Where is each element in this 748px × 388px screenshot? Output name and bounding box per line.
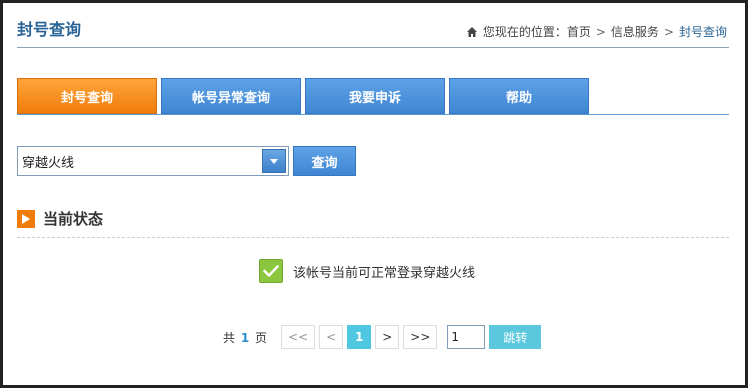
pagination: 共 1 页 << < 1 > >> 跳转 — [223, 325, 542, 349]
page-title: 封号查询 — [17, 20, 82, 39]
first-page-button[interactable]: << — [281, 325, 316, 349]
status-message-row: 该帐号当前可正常登录穿越火线 — [259, 259, 475, 283]
next-page-button[interactable]: > — [375, 325, 400, 349]
breadcrumb-info-service-link[interactable]: 信息服务 — [611, 23, 659, 40]
home-icon — [466, 26, 478, 38]
page-number-input[interactable] — [447, 325, 486, 349]
prev-page-button[interactable]: < — [319, 325, 344, 349]
play-arrow-icon — [17, 209, 35, 228]
breadcrumb-separator: > — [663, 24, 674, 39]
query-button[interactable]: 查询 — [293, 146, 356, 176]
status-message: 该帐号当前可正常登录穿越火线 — [293, 265, 476, 281]
game-select-value: 穿越火线 — [22, 155, 75, 171]
tab-bar-divider — [17, 114, 729, 115]
jump-button[interactable]: 跳转 — [489, 325, 542, 349]
breadcrumb-prefix: 您现在的位置： — [482, 25, 567, 39]
breadcrumb-separator: > — [595, 24, 606, 39]
check-icon — [259, 259, 283, 283]
breadcrumb-current: 封号查询 — [678, 25, 727, 39]
tab-account-anomaly-query[interactable]: 帐号异常查询 — [161, 78, 301, 114]
window-frame: 封号查询 您现在的位置： 首页 > 信息服务 > 封号查询 封号查询 帐号异常查… — [0, 0, 748, 388]
total-pages: 1 — [240, 330, 250, 345]
tab-ban-query[interactable]: 封号查询 — [17, 78, 157, 114]
current-page-button[interactable]: 1 — [347, 325, 372, 349]
tab-appeal[interactable]: 我要申诉 — [305, 78, 445, 114]
total-prefix: 共 — [223, 330, 236, 345]
status-section-header: 当前状态 — [17, 208, 103, 229]
tab-help[interactable]: 帮助 — [449, 78, 589, 114]
total-suffix: 页 — [255, 330, 268, 345]
status-section-title: 当前状态 — [43, 210, 104, 228]
pagination-total: 共 1 页 — [223, 329, 267, 346]
tab-bar: 封号查询 帐号异常查询 我要申诉 帮助 — [17, 78, 593, 114]
breadcrumb-home-link[interactable]: 首页 — [567, 23, 591, 40]
breadcrumb: 您现在的位置： 首页 > 信息服务 > 封号查询 — [466, 23, 727, 40]
header-divider — [17, 47, 729, 48]
chevron-down-icon[interactable] — [262, 149, 286, 173]
game-select[interactable]: 穿越火线 — [17, 146, 289, 176]
last-page-button[interactable]: >> — [403, 325, 438, 349]
section-divider — [17, 237, 729, 238]
